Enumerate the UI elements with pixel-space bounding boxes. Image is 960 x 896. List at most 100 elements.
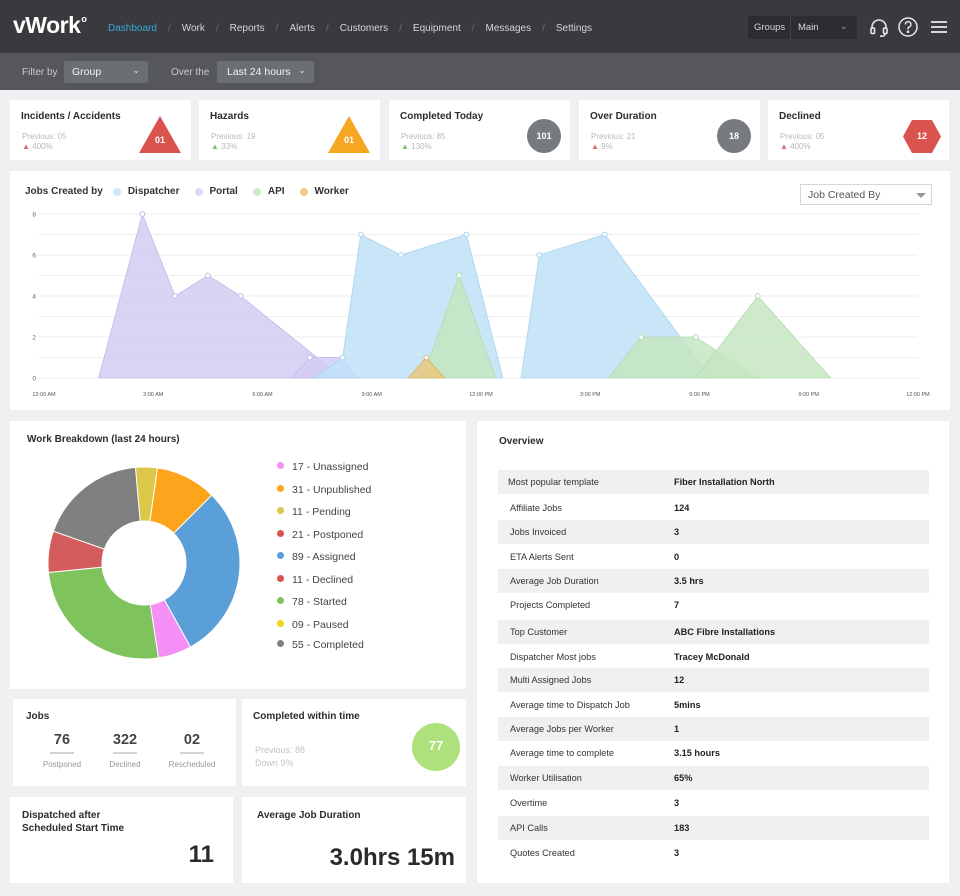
legend-item-assigned[interactable]: 89 - Assigned <box>277 551 356 563</box>
nav-customers[interactable]: Customers <box>340 23 388 34</box>
y-tick-label: 8 <box>32 212 36 219</box>
overview-key: Overtime <box>510 798 548 808</box>
menu-icon[interactable] <box>928 16 950 38</box>
kpi-change: ▲ 400% <box>22 142 53 151</box>
filter-by-select[interactable]: Group ⌄ <box>64 61 148 83</box>
data-point[interactable] <box>456 272 463 279</box>
vwork-logo[interactable]: vWorko <box>13 12 87 39</box>
average-job-duration-value: 3.0hrs 15m <box>329 844 455 871</box>
average-job-duration-card: Average Job Duration 3.0hrs 15m <box>242 797 466 883</box>
legend-item-pending[interactable]: 11 - Pending <box>277 506 351 518</box>
donut-slice-started[interactable] <box>47 566 160 660</box>
groups-label: Groups <box>754 22 786 33</box>
declined-stat[interactable]: 322 Declined <box>95 732 155 769</box>
overview-key: Most popular template <box>508 477 599 487</box>
legend-swatch <box>277 485 284 492</box>
data-point[interactable] <box>204 272 211 279</box>
jobs-card: Jobs 76 Postponed 322 Declined 02 Reschedul… <box>13 699 236 786</box>
groups-selector[interactable]: Groups Main ⌄ <box>748 16 857 39</box>
kpi-value-badge: 01 <box>138 114 182 154</box>
legend-item-unassigned[interactable]: 17 - Unassigned <box>277 461 368 473</box>
jobs-created-chart-card: Jobs Created by Dispatcher Portal API Wo… <box>10 171 950 410</box>
headset-icon[interactable] <box>868 16 890 38</box>
legend-swatch <box>277 462 284 469</box>
overview-value: 0 <box>674 552 680 562</box>
y-tick-label: 2 <box>32 335 36 342</box>
data-point[interactable] <box>339 354 346 361</box>
declined-card[interactable]: Declined Previous: 05 ▲ 400% 12 <box>768 100 949 160</box>
nav-settings[interactable]: Settings <box>556 23 592 34</box>
arrow-up-icon: ▲ <box>780 142 791 151</box>
hazards-card[interactable]: Hazards Previous: 19 ▲ 33% 01 <box>199 100 380 160</box>
y-tick-label: 0 <box>32 376 36 383</box>
overview-key: Multi Assigned Jobs <box>510 675 592 685</box>
overview-value: Tracey McDonald <box>674 652 750 662</box>
x-tick-label: 3:00 PM <box>580 392 601 398</box>
kpi-change: ▲ 400% <box>780 142 811 151</box>
legend-item-completed[interactable]: 55 - Completed <box>277 639 364 651</box>
nav-dashboard[interactable]: Dashboard <box>108 23 157 34</box>
data-point[interactable] <box>172 293 179 299</box>
incidents-card[interactable]: Incidents / Accidents Previous: 05 ▲ 400% 0… <box>10 100 191 160</box>
data-point[interactable] <box>423 354 430 361</box>
kpi-title: Completed Today <box>400 111 484 122</box>
data-point[interactable] <box>692 334 699 340</box>
kpi-previous: Previous: 05 <box>780 132 825 141</box>
nav-alerts[interactable]: Alerts <box>289 23 315 34</box>
legend-item-unpublished[interactable]: 31 - Unpublished <box>277 484 371 496</box>
chevron-down-icon: ⌄ <box>298 65 306 75</box>
dispatched-after-value: 11 <box>188 841 214 868</box>
overview-card: Overview Most popular template Fiber Inst… <box>477 421 949 883</box>
overview-row: Jobs Invoiced 3 <box>498 520 929 544</box>
overview-value: 12 <box>674 675 685 685</box>
data-point[interactable] <box>357 231 364 238</box>
data-point[interactable] <box>306 354 313 361</box>
kpi-title: Declined <box>779 111 821 122</box>
data-point[interactable] <box>754 293 761 299</box>
data-point[interactable] <box>601 231 608 238</box>
overview-value: ABC Fibre Installations <box>674 627 776 637</box>
completed-within-previous: Previous: 88 <box>255 745 306 755</box>
nav-equipment[interactable]: Equipment <box>413 23 461 34</box>
legend-item-declined[interactable]: 11 - Declined <box>277 574 353 586</box>
overview-key: Affiliate Jobs <box>510 503 562 513</box>
help-icon[interactable] <box>897 16 919 38</box>
kpi-title: Over Duration <box>590 111 657 122</box>
overview-title: Overview <box>499 436 544 447</box>
kpi-value-badge: 18 <box>717 119 751 153</box>
data-point[interactable] <box>139 211 146 217</box>
nav-messages[interactable]: Messages <box>486 23 532 34</box>
over-duration-card[interactable]: Over Duration Previous: 21 ▲ 9% 18 <box>579 100 760 160</box>
data-point[interactable] <box>237 293 244 299</box>
x-tick-label: 9:00 AM <box>362 392 383 398</box>
overview-key: Average time to complete <box>510 748 615 758</box>
overview-row: Top Customer ABC Fibre Installations <box>498 620 929 644</box>
legend-item-paused[interactable]: 09 - Paused <box>277 619 349 631</box>
rescheduled-stat[interactable]: 02 Rescheduled <box>162 732 222 769</box>
data-point[interactable] <box>463 231 470 238</box>
overview-key: ETA Alerts Sent <box>510 552 574 562</box>
completed-today-card[interactable]: Completed Today Previous: 85 ▲ 130% 101 <box>389 100 570 160</box>
overview-key: Jobs Invoiced <box>510 527 567 537</box>
overview-key: API Calls <box>510 823 548 833</box>
legend-item-postponed[interactable]: 21 - Postponed <box>277 529 363 541</box>
kpi-value-badge: 101 <box>527 119 561 153</box>
main-nav: Dashboard / Work / Reports / Alerts / Custom… <box>108 23 593 34</box>
legend-swatch <box>277 597 284 604</box>
data-point[interactable] <box>638 334 645 340</box>
arrow-up-icon: ▲ <box>401 142 412 151</box>
overview-key: Dispatcher Most jobs <box>510 652 596 662</box>
data-point[interactable] <box>397 252 404 258</box>
postponed-stat[interactable]: 76 Postponed <box>32 732 92 769</box>
nav-reports[interactable]: Reports <box>230 23 265 34</box>
overview-value: 1 <box>674 724 680 734</box>
arrow-up-icon: ▲ <box>591 142 602 151</box>
data-point[interactable] <box>536 252 543 258</box>
dispatched-after-card: Dispatched after Scheduled Start Time 11 <box>10 797 233 883</box>
nav-work[interactable]: Work <box>182 23 205 34</box>
time-range-select[interactable]: Last 24 hours ⌄ <box>217 61 314 83</box>
legend-item-started[interactable]: 78 - Started <box>277 596 347 608</box>
filter-bar: Filter by Group ⌄ Over the Last 24 hours ⌄ <box>0 53 960 90</box>
arrow-up-icon: ▲ <box>22 142 33 151</box>
overview-row: Average time to complete 3.15 hours <box>498 741 929 765</box>
